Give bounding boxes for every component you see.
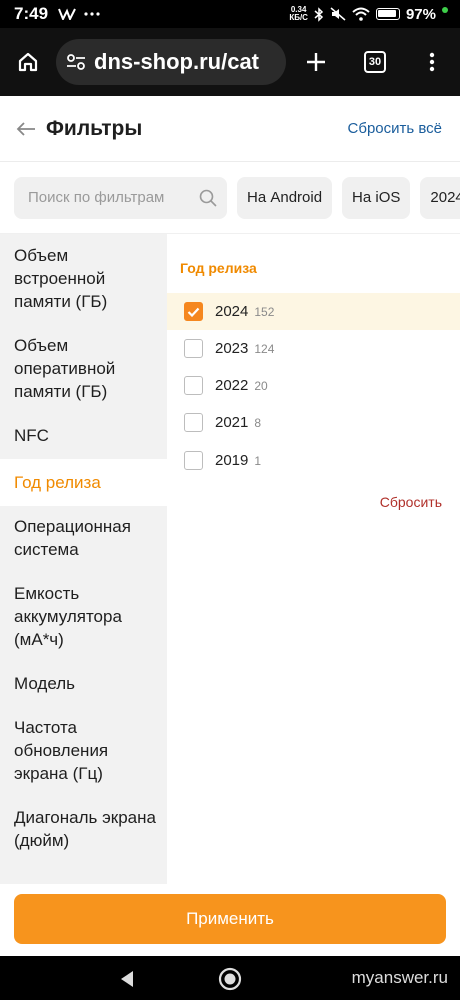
back-button[interactable] xyxy=(0,96,46,162)
filter-categories-sidebar: Объем встроенной памяти (ГБ) Объем опера… xyxy=(0,234,167,884)
option-label: 2024 xyxy=(215,303,249,320)
chip-android[interactable]: На Android xyxy=(237,176,333,219)
reset-group-link[interactable]: Сбросить xyxy=(380,494,442,510)
tabs-icon: 30 xyxy=(364,51,386,73)
netspeed-indicator: 0.34 КБ/С xyxy=(289,5,308,22)
tabs-button[interactable]: 30 xyxy=(346,28,404,96)
sidebar-item-screen-diagonal[interactable]: Диагональ экрана (дюйм) xyxy=(0,797,167,864)
chip-2024[interactable]: 2024 xyxy=(420,176,460,219)
option-count: 20 xyxy=(254,378,268,393)
sidebar-item-nfc[interactable]: NFC xyxy=(0,415,167,459)
option-label: 2023 xyxy=(215,340,249,357)
battery-percent: 97% xyxy=(405,5,436,23)
option-year-2021[interactable]: 2021 8 xyxy=(167,404,460,441)
address-bar[interactable]: dns-shop.ru/cat xyxy=(56,39,286,85)
sidebar-item-ram[interactable]: Объем оперативной памяти (ГБ) xyxy=(0,325,167,415)
nav-back-icon[interactable] xyxy=(119,970,135,988)
menu-dots-icon xyxy=(429,52,435,72)
option-count: 124 xyxy=(254,341,275,356)
browser-toolbar: dns-shop.ru/cat 30 xyxy=(0,28,460,96)
apply-button[interactable]: Применить xyxy=(14,894,446,944)
filter-search xyxy=(14,176,227,219)
system-nav-bar: myanswer.ru xyxy=(0,956,460,1000)
site-settings-icon[interactable] xyxy=(66,53,86,71)
option-count: 152 xyxy=(254,304,275,319)
arrow-left-icon xyxy=(16,121,35,136)
option-year-2024[interactable]: 2024 152 xyxy=(167,293,460,330)
option-count: 1 xyxy=(254,453,262,468)
checkbox[interactable] xyxy=(184,339,203,358)
checkbox[interactable] xyxy=(184,451,203,470)
home-button[interactable] xyxy=(0,28,56,96)
wifi-icon xyxy=(352,7,370,21)
filter-group-title: Год релиза xyxy=(180,260,257,276)
chip-ios[interactable]: На iOS xyxy=(342,176,411,219)
quick-filters-row: На Android На iOS 2024 xyxy=(0,162,460,234)
new-tab-button[interactable] xyxy=(286,28,346,96)
option-year-2022[interactable]: 2022 20 xyxy=(167,367,460,404)
option-label: 2019 xyxy=(215,452,249,469)
option-label: 2021 xyxy=(215,414,249,431)
mute-icon xyxy=(330,7,346,21)
status-bar: 7:49 0.34 КБ/С 97% xyxy=(0,0,460,28)
nav-home-icon[interactable] xyxy=(218,967,242,991)
bluetooth-icon xyxy=(314,6,324,22)
plus-icon xyxy=(307,53,325,71)
sidebar-item-battery[interactable]: Емкость аккумулятора (мА*ч) xyxy=(0,573,167,663)
filter-search-input[interactable] xyxy=(28,189,188,206)
option-year-2023[interactable]: 2023 124 xyxy=(167,330,460,367)
battery-icon xyxy=(375,8,400,20)
more-dots-icon xyxy=(84,12,100,16)
url-text: dns-shop.ru/cat xyxy=(94,49,260,74)
reset-all-link[interactable]: Сбросить всё xyxy=(348,120,442,137)
privacy-dot xyxy=(442,7,448,13)
sidebar-item-os[interactable]: Операционная система xyxy=(0,506,167,573)
option-count: 8 xyxy=(254,415,262,430)
filters-header: Фильтры Сбросить всё xyxy=(0,96,460,162)
sidebar-item-refresh-rate[interactable]: Частота обновления экрана (Гц) xyxy=(0,707,167,797)
vk-icon xyxy=(58,8,76,20)
browser-menu-button[interactable] xyxy=(404,28,460,96)
watermark: myanswer.ru xyxy=(351,968,448,987)
checkmark-icon xyxy=(187,307,200,317)
checkbox[interactable] xyxy=(184,413,203,432)
checkbox[interactable] xyxy=(184,376,203,395)
sidebar-item-release-year[interactable]: Год релиза xyxy=(0,459,167,506)
sidebar-item-internal-memory[interactable]: Объем встроенной памяти (ГБ) xyxy=(0,234,167,325)
search-icon[interactable] xyxy=(199,189,217,207)
sidebar-item-model[interactable]: Модель xyxy=(0,663,167,707)
option-year-2019[interactable]: 2019 1 xyxy=(167,442,460,479)
option-label: 2022 xyxy=(215,377,249,394)
status-time: 7:49 xyxy=(14,4,49,23)
apply-area: Применить xyxy=(0,884,460,956)
page-title: Фильтры xyxy=(46,116,143,140)
home-icon xyxy=(18,52,38,72)
filter-options-panel: Год релиза 2024 152 2023 124 2022 20 202… xyxy=(167,234,460,884)
checkbox-checked[interactable] xyxy=(184,302,203,321)
